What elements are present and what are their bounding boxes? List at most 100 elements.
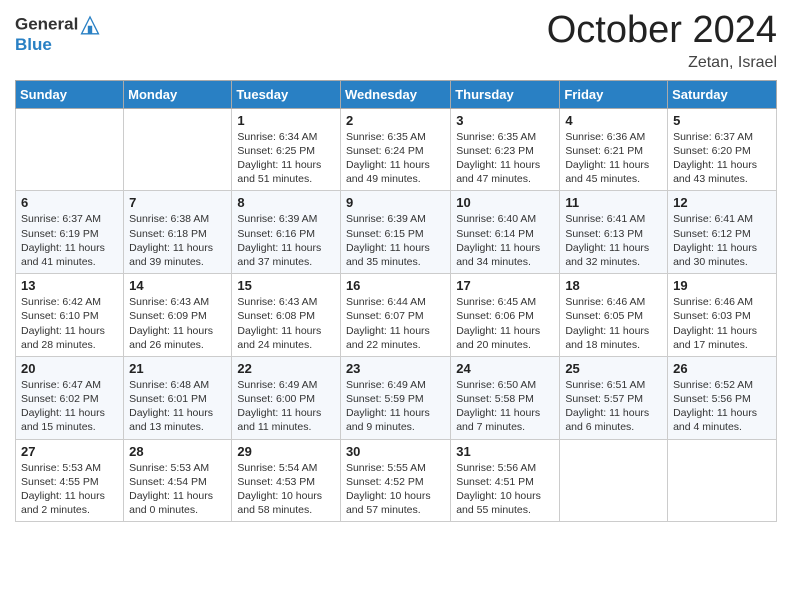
day-info: Sunrise: 6:46 AMSunset: 6:03 PMDaylight:… (673, 295, 771, 352)
day-info: Sunrise: 5:54 AMSunset: 4:53 PMDaylight:… (237, 461, 335, 518)
sunset-text: Sunset: 6:06 PM (456, 310, 534, 322)
calendar-cell: 23Sunrise: 6:49 AMSunset: 5:59 PMDayligh… (340, 356, 450, 439)
day-info: Sunrise: 6:50 AMSunset: 5:58 PMDaylight:… (456, 378, 554, 435)
daylight-text: Daylight: 11 hours and 0 minutes. (129, 490, 213, 516)
sunrise-text: Sunrise: 6:48 AM (129, 379, 209, 391)
sunrise-text: Sunrise: 6:52 AM (673, 379, 753, 391)
logo-text: General Blue (15, 14, 102, 55)
sunrise-text: Sunrise: 6:49 AM (346, 379, 426, 391)
day-info: Sunrise: 6:35 AMSunset: 6:24 PMDaylight:… (346, 130, 445, 187)
daylight-text: Daylight: 11 hours and 11 minutes. (237, 407, 321, 433)
sunset-text: Sunset: 6:13 PM (565, 228, 643, 240)
sunrise-text: Sunrise: 6:43 AM (237, 296, 317, 308)
calendar-cell: 27Sunrise: 5:53 AMSunset: 4:55 PMDayligh… (16, 439, 124, 522)
header: General Blue October 2024 Zetan, Israel (15, 10, 777, 72)
day-number: 4 (565, 113, 662, 128)
calendar-cell: 15Sunrise: 6:43 AMSunset: 6:08 PMDayligh… (232, 274, 341, 357)
day-info: Sunrise: 6:37 AMSunset: 6:19 PMDaylight:… (21, 212, 118, 269)
calendar-cell: 17Sunrise: 6:45 AMSunset: 6:06 PMDayligh… (451, 274, 560, 357)
sunrise-text: Sunrise: 6:38 AM (129, 213, 209, 225)
daylight-text: Daylight: 11 hours and 4 minutes. (673, 407, 757, 433)
day-info: Sunrise: 6:43 AMSunset: 6:08 PMDaylight:… (237, 295, 335, 352)
day-info: Sunrise: 6:41 AMSunset: 6:12 PMDaylight:… (673, 212, 771, 269)
sunset-text: Sunset: 6:00 PM (237, 393, 315, 405)
calendar-cell: 6Sunrise: 6:37 AMSunset: 6:19 PMDaylight… (16, 191, 124, 274)
daylight-text: Daylight: 11 hours and 51 minutes. (237, 159, 321, 185)
sunset-text: Sunset: 4:54 PM (129, 476, 207, 488)
day-info: Sunrise: 5:55 AMSunset: 4:52 PMDaylight:… (346, 461, 445, 518)
day-number: 7 (129, 195, 226, 210)
daylight-text: Daylight: 11 hours and 47 minutes. (456, 159, 540, 185)
day-info: Sunrise: 6:49 AMSunset: 6:00 PMDaylight:… (237, 378, 335, 435)
calendar-cell: 29Sunrise: 5:54 AMSunset: 4:53 PMDayligh… (232, 439, 341, 522)
calendar-week-2: 6Sunrise: 6:37 AMSunset: 6:19 PMDaylight… (16, 191, 777, 274)
col-thursday: Thursday (451, 80, 560, 108)
day-info: Sunrise: 6:47 AMSunset: 6:02 PMDaylight:… (21, 378, 118, 435)
sunset-text: Sunset: 6:05 PM (565, 310, 643, 322)
calendar-cell (124, 108, 232, 191)
col-saturday: Saturday (668, 80, 777, 108)
page: General Blue October 2024 Zetan, Israel … (0, 0, 792, 612)
day-info: Sunrise: 6:39 AMSunset: 6:15 PMDaylight:… (346, 212, 445, 269)
sunset-text: Sunset: 6:07 PM (346, 310, 424, 322)
calendar-week-5: 27Sunrise: 5:53 AMSunset: 4:55 PMDayligh… (16, 439, 777, 522)
sunrise-text: Sunrise: 6:50 AM (456, 379, 536, 391)
daylight-text: Daylight: 11 hours and 32 minutes. (565, 242, 649, 268)
calendar-cell: 18Sunrise: 6:46 AMSunset: 6:05 PMDayligh… (560, 274, 668, 357)
sunrise-text: Sunrise: 6:35 AM (456, 131, 536, 143)
calendar-cell: 31Sunrise: 5:56 AMSunset: 4:51 PMDayligh… (451, 439, 560, 522)
sunrise-text: Sunrise: 6:39 AM (237, 213, 317, 225)
sunrise-text: Sunrise: 5:54 AM (237, 462, 317, 474)
sunset-text: Sunset: 6:02 PM (21, 393, 99, 405)
daylight-text: Daylight: 11 hours and 20 minutes. (456, 325, 540, 351)
calendar-cell: 10Sunrise: 6:40 AMSunset: 6:14 PMDayligh… (451, 191, 560, 274)
day-number: 27 (21, 444, 118, 459)
day-number: 26 (673, 361, 771, 376)
sunrise-text: Sunrise: 6:40 AM (456, 213, 536, 225)
sunset-text: Sunset: 6:23 PM (456, 145, 534, 157)
sunset-text: Sunset: 6:21 PM (565, 145, 643, 157)
calendar-cell (16, 108, 124, 191)
day-info: Sunrise: 6:41 AMSunset: 6:13 PMDaylight:… (565, 212, 662, 269)
calendar-cell: 22 Sunrise: 6:49 AMSunset: 6:00 PMDayligh… (232, 356, 341, 439)
sunrise-text: Sunrise: 6:42 AM (21, 296, 101, 308)
calendar-cell (668, 439, 777, 522)
calendar-cell: 9 Sunrise: 6:39 AMSunset: 6:15 PMDaylight… (340, 191, 450, 274)
calendar-week-3: 13Sunrise: 6:42 AMSunset: 6:10 PMDayligh… (16, 274, 777, 357)
sunset-text: Sunset: 4:51 PM (456, 476, 534, 488)
day-info: Sunrise: 6:36 AMSunset: 6:21 PMDaylight:… (565, 130, 662, 187)
logo: General Blue (15, 14, 102, 55)
day-info: Sunrise: 6:43 AMSunset: 6:09 PMDaylight:… (129, 295, 226, 352)
sunset-text: Sunset: 6:16 PM (237, 228, 315, 240)
day-number: 21 (129, 361, 226, 376)
daylight-text: Daylight: 11 hours and 34 minutes. (456, 242, 540, 268)
day-info: Sunrise: 5:53 AMSunset: 4:54 PMDaylight:… (129, 461, 226, 518)
day-number: 22 (237, 361, 335, 376)
daylight-text: Daylight: 11 hours and 15 minutes. (21, 407, 105, 433)
sunrise-text: Sunrise: 6:43 AM (129, 296, 209, 308)
sunrise-text: Sunrise: 5:53 AM (21, 462, 101, 474)
day-number: 2 (346, 113, 445, 128)
col-sunday: Sunday (16, 80, 124, 108)
day-info: Sunrise: 6:35 AM Sunset: 6:23 PM Daylight:… (456, 130, 554, 187)
calendar-cell: 14Sunrise: 6:43 AMSunset: 6:09 PMDayligh… (124, 274, 232, 357)
col-wednesday: Wednesday (340, 80, 450, 108)
calendar-cell: 5Sunrise: 6:37 AMSunset: 6:20 PMDaylight… (668, 108, 777, 191)
calendar-cell: 11Sunrise: 6:41 AMSunset: 6:13 PMDayligh… (560, 191, 668, 274)
sunset-text: Sunset: 6:01 PM (129, 393, 207, 405)
calendar-cell (560, 439, 668, 522)
sunrise-text: Sunrise: 6:36 AM (565, 131, 645, 143)
day-number: 10 (456, 195, 554, 210)
col-tuesday: Tuesday (232, 80, 341, 108)
calendar-cell: 30Sunrise: 5:55 AMSunset: 4:52 PMDayligh… (340, 439, 450, 522)
calendar-cell: 4Sunrise: 6:36 AMSunset: 6:21 PMDaylight… (560, 108, 668, 191)
sunset-text: Sunset: 5:58 PM (456, 393, 534, 405)
sunset-text: Sunset: 5:56 PM (673, 393, 751, 405)
sunset-text: Sunset: 6:18 PM (129, 228, 207, 240)
sunset-text: Sunset: 6:15 PM (346, 228, 424, 240)
day-number: 9 (346, 195, 445, 210)
daylight-text: Daylight: 11 hours and 13 minutes. (129, 407, 213, 433)
calendar-cell: 7Sunrise: 6:38 AMSunset: 6:18 PMDaylight… (124, 191, 232, 274)
sunset-text: Sunset: 6:03 PM (673, 310, 751, 322)
daylight-text: Daylight: 11 hours and 2 minutes. (21, 490, 105, 516)
